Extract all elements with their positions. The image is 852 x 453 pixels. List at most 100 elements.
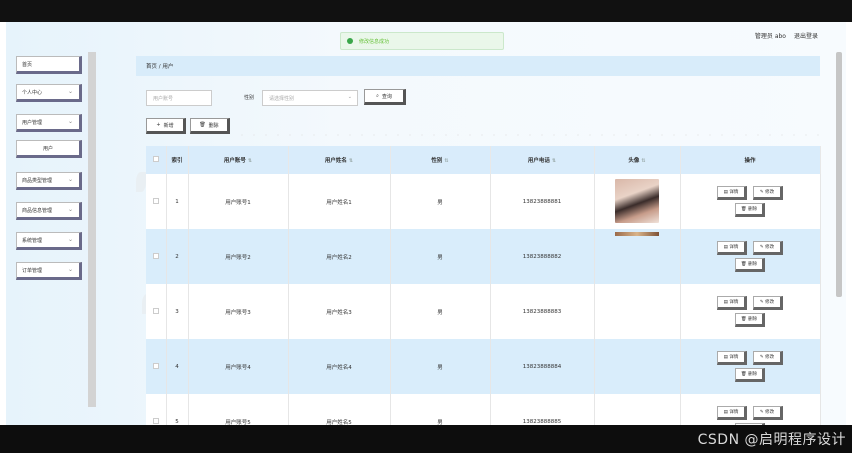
chevron-down-icon: ⌄ bbox=[67, 206, 73, 213]
sidebar-item-system[interactable]: 系统管理 ⌄ bbox=[16, 232, 82, 250]
edit-label: 修改 bbox=[765, 300, 775, 305]
sidebar-item-label: 商品类型管理 bbox=[22, 177, 53, 184]
detail-button[interactable]: ▤ 详情 bbox=[717, 351, 747, 365]
delete-button[interactable]: 🗑 删除 bbox=[735, 203, 765, 217]
header-gender[interactable]: 性别 ⇅ bbox=[390, 146, 491, 174]
sidebar-item-orders[interactable]: 订单管理 ⌄ bbox=[16, 262, 82, 280]
edit-button[interactable]: ✎ 修改 bbox=[753, 351, 783, 365]
sort-icon[interactable]: ⇅ bbox=[248, 158, 252, 164]
detail-button[interactable]: ▤ 详情 bbox=[717, 296, 747, 310]
chevron-down-icon: ⌄ bbox=[347, 94, 352, 100]
app-window: 修改信息成功 管理员 abo 退出登录 首页 个人中心 ⌄ 用户管理 ⌄ 用户 … bbox=[6, 22, 846, 425]
checkbox[interactable] bbox=[152, 417, 159, 424]
sort-icon[interactable]: ⇅ bbox=[641, 158, 645, 164]
logout-link[interactable]: 退出登录 bbox=[794, 31, 818, 40]
sidebar-item-product-info[interactable]: 商品信息管理 ⌄ bbox=[16, 202, 82, 220]
user-table: 索引 用户账号 ⇅ 用户姓名 ⇅ 性别 ⇅ 用户电话 ⇅ 头像 ⇅ 操作 1 用户… bbox=[146, 146, 821, 425]
chevron-down-icon: ⌄ bbox=[67, 176, 73, 183]
detail-label: 详情 bbox=[729, 245, 739, 250]
doc-icon: ▤ bbox=[723, 244, 728, 250]
delete-button[interactable]: 🗑 删除 bbox=[735, 368, 765, 382]
sidebar-item-user-management[interactable]: 用户管理 ⌄ bbox=[16, 114, 82, 132]
delete-label: 删除 bbox=[748, 372, 758, 377]
header-name[interactable]: 用户姓名 ⇅ bbox=[288, 146, 391, 174]
checkbox[interactable] bbox=[152, 252, 159, 259]
cell-gender: 男 bbox=[390, 174, 491, 229]
sidebar-item-home[interactable]: 首页 bbox=[16, 56, 82, 74]
trash-icon: 🗑 bbox=[740, 371, 747, 377]
batch-delete-button[interactable]: 🗑 删除 bbox=[190, 118, 230, 134]
header-phone[interactable]: 用户电话 ⇅ bbox=[490, 146, 595, 174]
row-checkbox-cell[interactable] bbox=[146, 339, 167, 394]
row-checkbox-cell[interactable] bbox=[146, 284, 167, 339]
sidebar-item-label: 首页 bbox=[22, 61, 33, 68]
table-row: 1 用户账号1 用户姓名1 男 13823888881 ▤ 详情 ✎ 修改 🗑 删除 bbox=[146, 174, 821, 229]
gender-label: 性别 bbox=[244, 95, 255, 101]
row-checkbox-cell[interactable] bbox=[146, 229, 167, 284]
header-account[interactable]: 用户账号 ⇅ bbox=[188, 146, 289, 174]
select-all-checkbox[interactable] bbox=[146, 146, 167, 174]
cell-account: 用户账号5 bbox=[188, 394, 289, 425]
delete-button[interactable]: 🗑 删除 bbox=[735, 313, 765, 327]
gender-select[interactable]: 请选择性别 ⌄ bbox=[262, 90, 358, 106]
row-checkbox-cell[interactable] bbox=[146, 394, 167, 425]
sidebar-item-profile[interactable]: 个人中心 ⌄ bbox=[16, 84, 82, 102]
add-button[interactable]: + 新增 bbox=[146, 118, 186, 134]
search-icon: ⌕ bbox=[376, 93, 379, 99]
edit-button[interactable]: ✎ 修改 bbox=[753, 186, 783, 200]
checkbox[interactable] bbox=[152, 362, 159, 369]
chevron-down-icon: ⌄ bbox=[67, 88, 73, 95]
account-search-input[interactable]: 用户账号 bbox=[146, 90, 212, 106]
header-label: 用户姓名 bbox=[324, 158, 347, 164]
sort-icon[interactable]: ⇅ bbox=[444, 158, 448, 164]
table-row: 2 用户账号2 用户姓名2 男 13823888882 ▤ 详情 ✎ 修改 🗑 删除 bbox=[146, 229, 821, 284]
success-toast: 修改信息成功 bbox=[340, 32, 504, 50]
cell-actions: ▤ 详情 ✎ 修改 🗑 删除 bbox=[680, 174, 821, 229]
main-scrollbar[interactable] bbox=[836, 52, 842, 297]
success-icon bbox=[347, 38, 353, 44]
cell-name: 用户姓名5 bbox=[288, 394, 391, 425]
sort-icon[interactable]: ⇅ bbox=[349, 158, 353, 164]
row-checkbox-cell[interactable] bbox=[146, 174, 167, 229]
breadcrumb: 首页 / 用户 bbox=[136, 56, 820, 76]
sidebar-item-users[interactable]: 用户 bbox=[16, 140, 82, 158]
cell-avatar bbox=[594, 174, 681, 229]
cell-account: 用户账号1 bbox=[188, 174, 289, 229]
checkbox[interactable] bbox=[152, 307, 159, 314]
sidebar-item-label: 用户 bbox=[42, 145, 53, 152]
trash-icon: 🗑 bbox=[740, 206, 747, 212]
query-button[interactable]: ⌕ 查询 bbox=[364, 89, 406, 105]
dotted-divider bbox=[236, 133, 820, 137]
checkbox[interactable] bbox=[152, 197, 159, 204]
chevron-down-icon: ⌄ bbox=[67, 236, 73, 243]
cell-actions: ▤ 详情✎ 修改🗑 删除 bbox=[680, 394, 821, 425]
detail-button[interactable]: ▤ 详情 bbox=[717, 186, 747, 200]
sidebar-item-product-type[interactable]: 商品类型管理 ⌄ bbox=[16, 172, 82, 190]
cell-phone: 13823888883 bbox=[490, 284, 595, 339]
delete-label: 删除 bbox=[748, 262, 758, 267]
cell-index: 1 bbox=[166, 174, 189, 229]
cell-actions: ▤ 详情 ✎ 修改 🗑 删除 bbox=[680, 339, 821, 394]
header-avatar[interactable]: 头像 ⇅ bbox=[594, 146, 681, 174]
checkbox[interactable] bbox=[152, 156, 159, 162]
header-actions: 操作 bbox=[680, 146, 821, 174]
edit-icon: ✎ bbox=[759, 299, 764, 305]
detail-button[interactable]: ▤ 详情 bbox=[717, 406, 747, 420]
edit-button[interactable]: ✎ 修改 bbox=[753, 296, 783, 310]
edit-label: 修改 bbox=[765, 355, 775, 360]
delete-button[interactable]: 🗑 删除 bbox=[735, 258, 765, 272]
edit-button[interactable]: ✎ 修改 bbox=[753, 241, 783, 255]
edit-label: 修改 bbox=[765, 410, 775, 415]
header-index: 索引 bbox=[166, 146, 189, 174]
bottom-black-bar: CSDN @启明程序设计 bbox=[0, 425, 852, 453]
cell-name: 用户姓名4 bbox=[288, 339, 391, 394]
edit-button[interactable]: ✎ 修改 bbox=[753, 406, 783, 420]
sidebar-scrollbar[interactable] bbox=[88, 52, 96, 407]
sort-icon[interactable]: ⇅ bbox=[552, 158, 556, 164]
detail-button[interactable]: ▤ 详情 bbox=[717, 241, 747, 255]
cell-phone: 13823888882 bbox=[490, 229, 595, 284]
edit-label: 修改 bbox=[765, 245, 775, 250]
cell-gender: 男 bbox=[390, 339, 491, 394]
avatar-image bbox=[615, 178, 659, 223]
cell-phone: 13823888885 bbox=[490, 394, 595, 425]
